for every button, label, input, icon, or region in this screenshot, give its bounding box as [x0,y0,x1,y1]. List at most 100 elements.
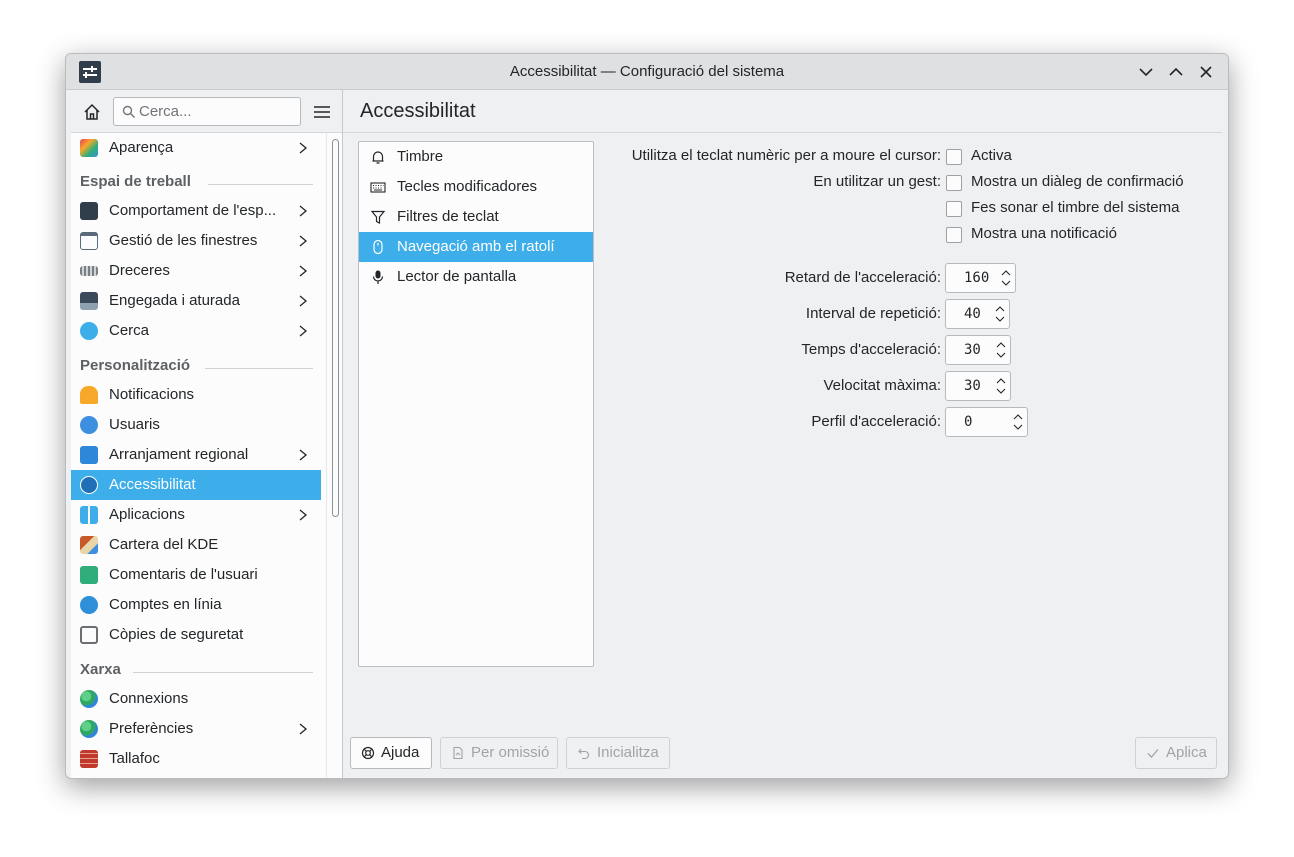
category-item-keyboard-filters[interactable]: Filtres de teclat [359,202,593,232]
sidebar-item-appearance[interactable]: Aparença [71,133,321,163]
max-speed-spinbox[interactable]: 30 [945,371,1011,401]
button-label: Inicialitza [597,744,659,761]
acceleration-time-spinbox[interactable]: 30 [945,335,1011,365]
gesture-notification-checkbox[interactable] [946,227,962,243]
sidebar-item-label: Aparença [109,139,174,156]
sidebar-item-users[interactable]: Usuaris [71,410,321,440]
category-item-bell[interactable]: Timbre [359,142,593,172]
home-button[interactable] [81,101,103,123]
acceleration-profile-spinbox[interactable]: 0 [945,407,1028,437]
sidebar-item-label: Comptes en línia [109,596,222,613]
close-button[interactable] [1196,62,1216,82]
gesture-system-bell-checkbox[interactable] [946,201,962,217]
category-list: Timbre Tecles modificadores Filtres de t… [358,141,594,667]
connections-globe-icon [80,690,98,708]
spinbox-value: 30 [964,378,981,394]
sidebar-item-kde-wallet[interactable]: Cartera del KDE [71,530,321,560]
acceleration-profile-label: Perfil d'acceleració: [811,413,941,430]
page-title: Accessibilitat [360,100,476,122]
checkmark-icon [1147,749,1159,758]
sidebar-item-accessibility[interactable]: Accessibilitat [71,470,321,500]
sidebar-header [66,90,343,132]
sidebar-item-label: Dreceres [109,262,170,279]
button-label: Per omissió [471,744,550,761]
spin-arrows-icon[interactable] [1000,268,1012,288]
acceleration-delay-label: Retard de l'acceleració: [784,269,941,286]
reset-button[interactable]: Inicialitza [566,737,670,769]
hamburger-menu-button[interactable] [311,101,333,123]
sidebar-item-label: Preferències [109,720,194,737]
online-accounts-icon [80,596,98,614]
spin-arrows-icon[interactable] [994,304,1006,324]
accessibility-icon [80,476,98,494]
bell-icon [372,151,384,164]
sidebar-item-backups[interactable]: Còpies de seguretat [71,620,321,650]
sidebar: Aparença Espai de treball Comportament d… [71,132,343,778]
home-icon [84,103,100,120]
chevron-right-icon [299,142,308,154]
content-header: Accessibilitat [343,90,1228,132]
spin-arrows-icon[interactable] [995,340,1007,360]
sidebar-item-label: Tallafoc [109,750,160,767]
chevron-up-icon [1169,67,1183,76]
kde-wallet-icon [80,536,98,554]
acceleration-delay-spinbox[interactable]: 160 [945,263,1016,293]
sidebar-item-notifications[interactable]: Notificacions [71,380,321,410]
sidebar-item-startup-shutdown[interactable]: Engegada i aturada [71,286,321,316]
sidebar-item-label: Accessibilitat [109,476,196,493]
category-item-mouse-navigation[interactable]: Navegació amb el ratolí [359,232,593,262]
gesture-confirm-dialog-checkbox[interactable] [946,175,962,191]
minimize-button[interactable] [1136,62,1156,82]
sidebar-item-workspace-behavior[interactable]: Comportament de l'esp... [71,196,321,226]
sidebar-item-label: Gestió de les finestres [109,232,258,249]
lifebuoy-help-icon [361,746,375,760]
button-label: Ajuda [381,744,420,761]
sidebar-item-regional-settings[interactable]: Arranjament regional [71,440,321,470]
maximize-button[interactable] [1166,62,1186,82]
sidebar-item-firewall[interactable]: Tallafoc [71,744,321,774]
sidebar-item-applications[interactable]: Aplicacions [71,500,321,530]
search-input[interactable] [139,101,295,122]
spin-arrows-icon[interactable] [1012,412,1024,432]
spinbox-value: 160 [964,270,990,286]
sidebar-item-label: Cerca [109,322,150,339]
category-item-screen-reader[interactable]: Lector de pantalla [359,262,593,292]
acceleration-time-label: Temps d'acceleració: [801,341,941,358]
title-bar[interactable]: Accessibilitat — Configuració del sistem… [66,54,1228,90]
close-icon [1200,66,1212,78]
search-field[interactable] [113,97,301,126]
sidebar-item-window-management[interactable]: Gestió de les finestres [71,226,321,256]
appearance-icon [80,139,98,157]
repeat-interval-spinbox[interactable]: 40 [945,299,1010,329]
sidebar-item-search[interactable]: Cerca [71,316,321,346]
sidebar-item-network-preferences[interactable]: Preferències [71,714,321,744]
sidebar-item-online-accounts[interactable]: Comptes en línia [71,590,321,620]
numpad-checkbox[interactable] [946,149,962,165]
filter-icon [370,210,386,224]
spinbox-value: 0 [964,414,973,430]
defaults-button[interactable]: Per omissió [440,737,558,769]
chevron-right-icon [299,449,308,461]
spin-arrows-icon[interactable] [995,376,1007,396]
undo-icon [578,748,590,760]
sidebar-item-connections[interactable]: Connexions [71,684,321,714]
startup-shutdown-icon [80,292,98,310]
category-label: Filtres de teclat [397,208,499,225]
network-preferences-icon [80,720,98,738]
repeat-interval-label: Interval de repetició: [805,305,941,322]
chevron-right-icon [299,205,308,217]
category-item-modifier-keys[interactable]: Tecles modificadores [359,172,593,202]
apply-button[interactable]: Aplica [1135,737,1217,769]
section-header-workspace: Espai de treball [80,173,191,190]
section-divider [208,184,313,185]
content-area: Timbre Tecles modificadores Filtres de t… [343,132,1222,778]
sidebar-item-user-feedback[interactable]: Comentaris de l'usuari [71,560,321,590]
max-speed-label: Velocitat màxima: [823,377,941,394]
search-settings-icon [80,322,98,340]
sidebar-item-shortcuts[interactable]: Dreceres [71,256,321,286]
microphone-icon [372,270,384,284]
sidebar-scrollbar-thumb[interactable] [332,139,339,517]
sidebar-item-label: Còpies de seguretat [109,626,244,643]
help-button[interactable]: Ajuda [350,737,432,769]
sidebar-item-label: Engegada i aturada [109,292,240,309]
